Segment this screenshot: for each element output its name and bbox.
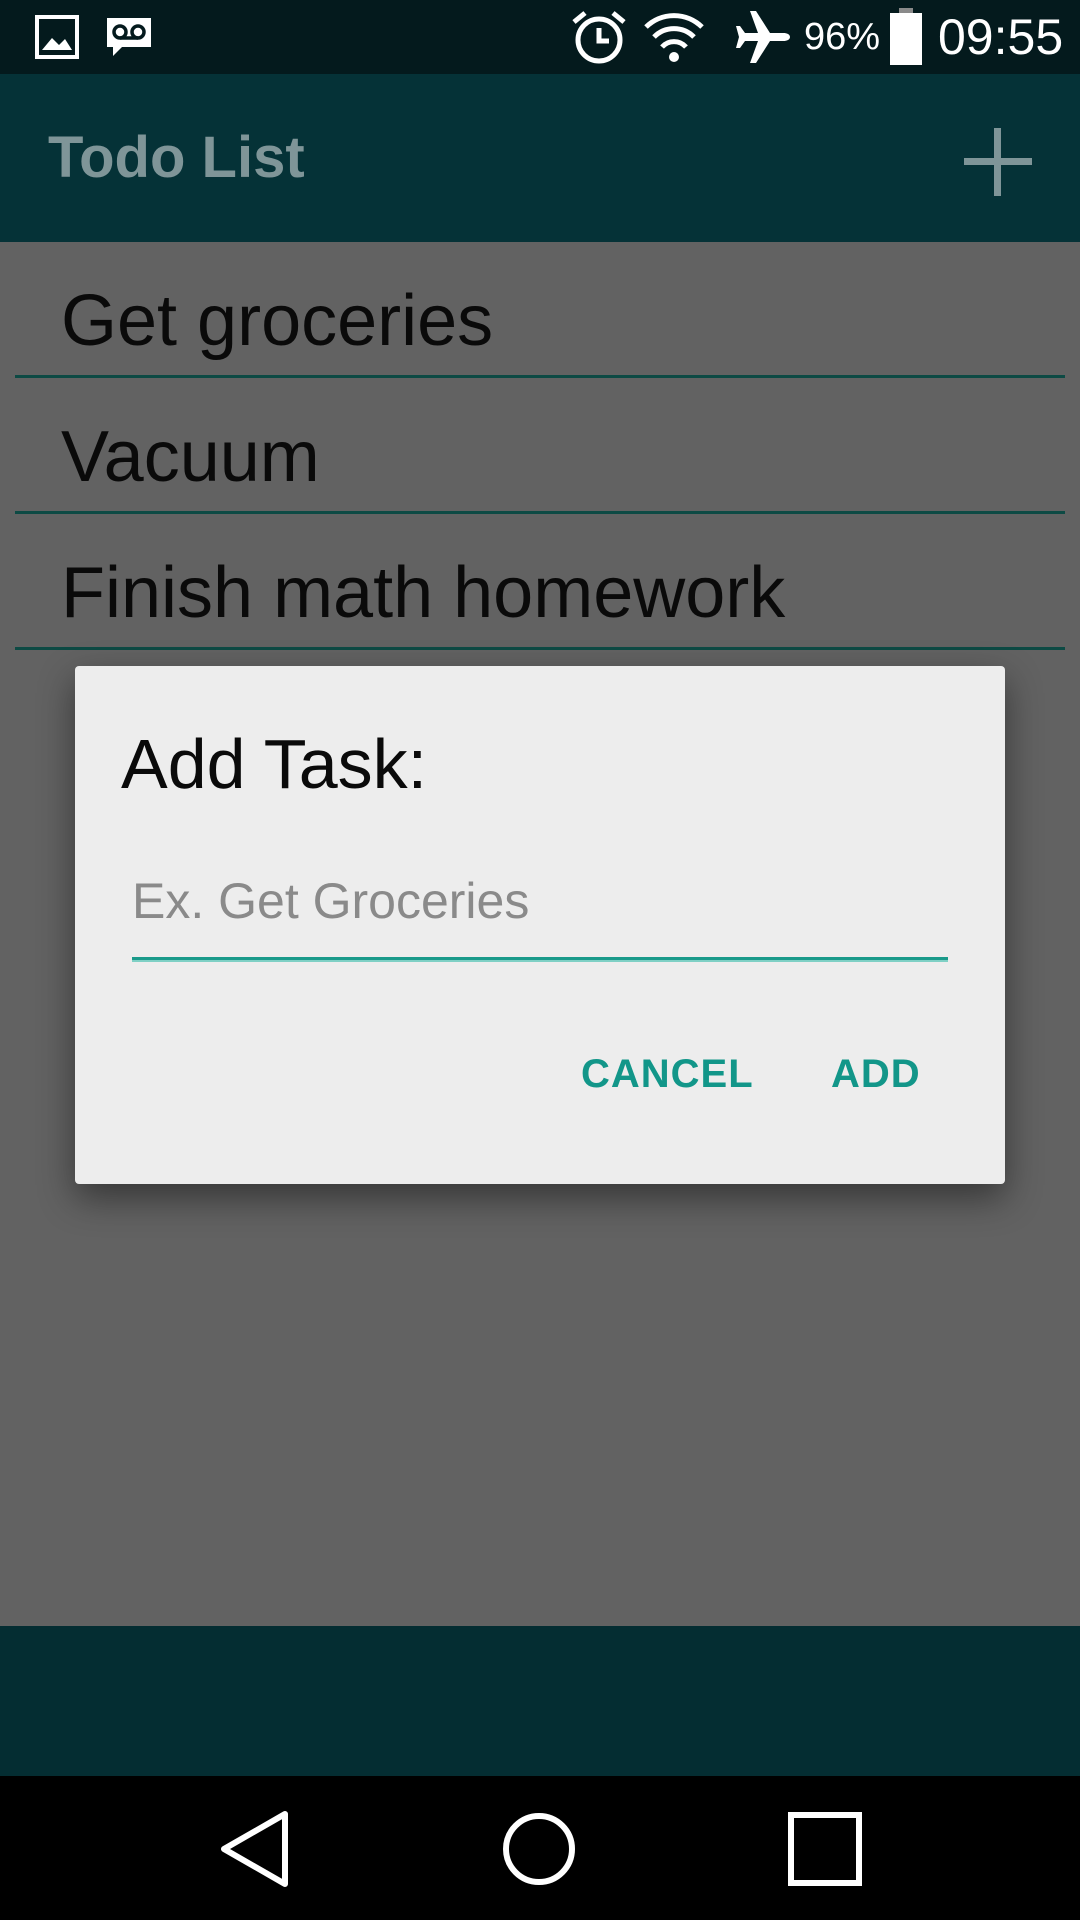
status-bar: 96% 09:55: [0, 0, 1080, 74]
home-icon: [503, 1813, 575, 1885]
add-button[interactable]: ADD: [831, 1052, 921, 1097]
alarm-icon: [570, 0, 628, 74]
wifi-icon: [642, 0, 706, 74]
home-button[interactable]: [494, 1804, 584, 1894]
add-task-button[interactable]: [958, 122, 1038, 202]
input-underline: [132, 957, 948, 962]
list-item[interactable]: Finish math homework: [15, 514, 1065, 650]
navigation-bar: [0, 1776, 1080, 1920]
task-input[interactable]: [132, 866, 948, 936]
back-button[interactable]: [210, 1804, 300, 1894]
battery-text: 96%: [804, 15, 881, 58]
recents-icon: [788, 1812, 862, 1886]
app-bar: Todo List: [0, 74, 1080, 242]
back-icon: [221, 1811, 288, 1887]
page-title: Todo List: [48, 125, 305, 190]
task-label: Get groceries: [61, 281, 494, 361]
task-label: Finish math homework: [61, 553, 786, 633]
airplane-icon: [734, 0, 792, 74]
add-task-dialog: Add Task: CANCEL ADD: [75, 666, 1005, 1184]
battery-icon: [888, 0, 924, 74]
list-item[interactable]: Get groceries: [15, 242, 1065, 378]
list-item[interactable]: Vacuum: [15, 378, 1065, 514]
bottom-bar: [0, 1626, 1080, 1776]
voicemail-icon: [104, 0, 154, 74]
dialog-title: Add Task:: [121, 725, 428, 803]
recents-button[interactable]: [780, 1804, 870, 1894]
task-label: Vacuum: [61, 417, 320, 497]
image-icon: [34, 0, 80, 74]
cancel-button[interactable]: CANCEL: [581, 1052, 754, 1097]
clock-time: 09:55: [938, 9, 1064, 65]
plus-icon: [964, 128, 1032, 196]
